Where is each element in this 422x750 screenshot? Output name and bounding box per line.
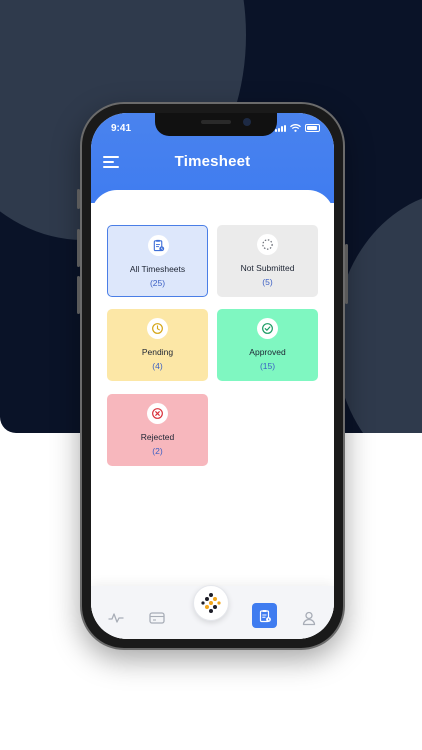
side-button: [77, 229, 80, 267]
timesheet-icon: [259, 609, 271, 622]
speaker: [201, 120, 231, 124]
clock-icon: [147, 318, 168, 339]
profile-icon: [302, 611, 316, 626]
phone-screen: 9:41 Timesheet All Timesheets (25) Not S…: [91, 113, 334, 639]
dashed-circle-icon: [257, 234, 278, 255]
all-timesheets-card[interactable]: All Timesheets (25): [107, 225, 208, 297]
nav-timesheet[interactable]: [252, 603, 277, 628]
side-button: [77, 189, 80, 209]
card-label: All Timesheets: [129, 264, 186, 274]
background-shape: [335, 190, 422, 433]
wallet-icon: [149, 612, 165, 624]
phone-frame: 9:41 Timesheet All Timesheets (25) Not S…: [77, 102, 348, 650]
page-title: Timesheet: [174, 153, 251, 170]
card-label: Rejected: [140, 432, 175, 442]
activity-icon: [108, 613, 124, 623]
rejected-card[interactable]: Rejected (2): [107, 394, 208, 466]
nav-activity[interactable]: [107, 609, 125, 627]
app-logo-icon: [201, 593, 221, 613]
status-icons: [275, 124, 320, 132]
not-submitted-card[interactable]: Not Submitted (5): [217, 225, 318, 297]
approved-card[interactable]: Approved (15): [217, 309, 318, 381]
side-button: [77, 276, 80, 314]
nav-wallet[interactable]: [148, 609, 166, 627]
clipboard-icon: [148, 235, 169, 256]
center-action-button[interactable]: [193, 585, 229, 621]
card-count: (15): [259, 361, 276, 371]
card-count: (2): [152, 446, 163, 456]
wifi-icon: [290, 124, 301, 132]
x-circle-icon: [147, 403, 168, 424]
check-circle-icon: [257, 318, 278, 339]
card-label: Pending: [141, 347, 174, 357]
card-label: Approved: [249, 347, 286, 357]
side-button: [345, 244, 348, 304]
status-time: 9:41: [111, 123, 132, 134]
battery-icon: [305, 124, 320, 132]
nav-profile[interactable]: [300, 609, 318, 627]
card-label: Not Submitted: [240, 263, 295, 273]
card-count: (25): [149, 278, 166, 288]
notch: [155, 113, 277, 136]
signal-icon: [275, 125, 286, 132]
card-count: (4): [152, 361, 163, 371]
camera: [243, 118, 251, 126]
pending-card[interactable]: Pending (4): [107, 309, 208, 381]
card-count: (5): [262, 277, 273, 287]
